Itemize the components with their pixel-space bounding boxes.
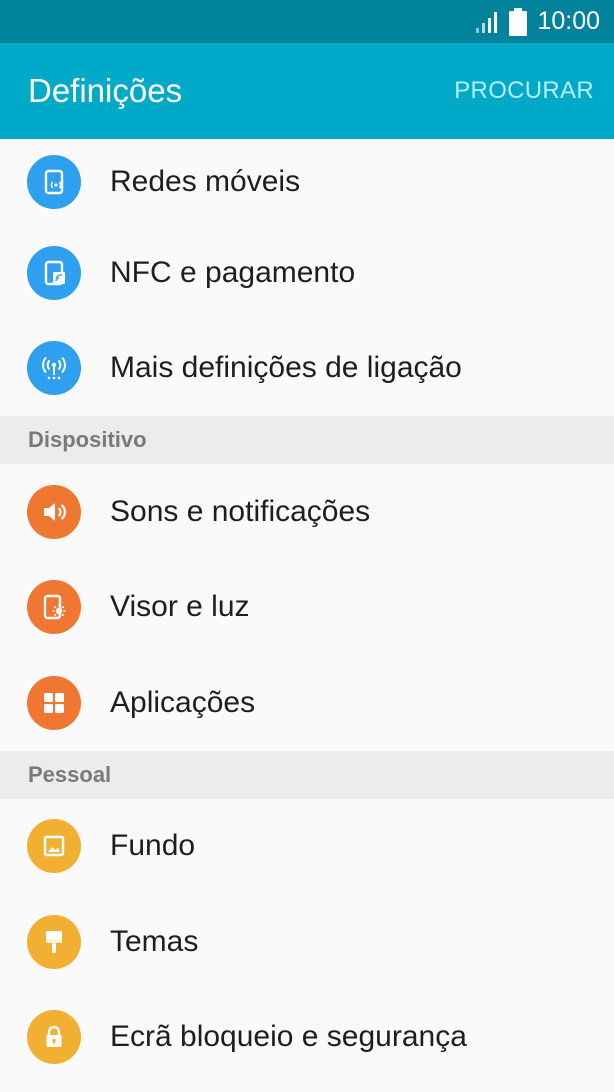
battery-icon xyxy=(509,7,528,36)
status-icons: 10:00 xyxy=(475,0,600,43)
paintbrush-icon xyxy=(27,914,81,969)
settings-item-label: Temas xyxy=(110,924,199,958)
settings-item-label: Fundo xyxy=(110,829,196,863)
settings-item-label: Visor e luz xyxy=(110,590,250,624)
nfc-icon xyxy=(27,245,81,300)
app-bar: Definições PROCURAR xyxy=(0,43,614,139)
wallpaper-icon xyxy=(27,819,81,874)
settings-item-label: Ecrã bloqueio e segurança xyxy=(110,1020,467,1054)
settings-item-more-connections[interactable]: Mais definições de ligação xyxy=(0,321,614,417)
settings-item-sounds[interactable]: Sons e notificações xyxy=(0,464,614,560)
settings-list: Redes móveis NFC e pagamento Mais defini… xyxy=(0,139,614,1085)
settings-item-label: Mais definições de ligação xyxy=(110,351,462,385)
mobile-network-icon xyxy=(27,155,81,209)
signal-icon xyxy=(476,11,498,33)
settings-item-display[interactable]: Visor e luz xyxy=(0,560,614,656)
settings-item-label: Sons e notificações xyxy=(110,494,371,528)
apps-grid-icon xyxy=(27,675,81,730)
settings-item-nfc[interactable]: NFC e pagamento xyxy=(0,225,614,321)
settings-item-apps[interactable]: Aplicações xyxy=(0,655,614,751)
antenna-icon xyxy=(27,341,81,396)
lock-icon xyxy=(27,1010,81,1065)
search-button[interactable]: PROCURAR xyxy=(454,43,594,139)
settings-item-lock-screen[interactable]: Ecrã bloqueio e segurança xyxy=(0,990,614,1086)
settings-item-mobile-networks[interactable]: Redes móveis xyxy=(0,139,614,225)
settings-item-wallpaper[interactable]: Fundo xyxy=(0,799,614,895)
section-header-device: Dispositivo xyxy=(0,416,614,464)
status-bar: 10:00 xyxy=(0,0,614,43)
settings-item-label: Aplicações xyxy=(110,685,256,719)
page-title: Definições xyxy=(28,72,183,109)
display-icon xyxy=(27,580,81,635)
section-header-label: Pessoal xyxy=(28,761,112,787)
status-time: 10:00 xyxy=(537,7,600,35)
settings-item-themes[interactable]: Temas xyxy=(0,894,614,990)
settings-item-label: Redes móveis xyxy=(110,165,301,198)
section-header-personal: Pessoal xyxy=(0,750,614,799)
settings-item-label: NFC e pagamento xyxy=(110,255,356,289)
speaker-icon xyxy=(27,484,81,539)
section-header-label: Dispositivo xyxy=(28,427,147,452)
